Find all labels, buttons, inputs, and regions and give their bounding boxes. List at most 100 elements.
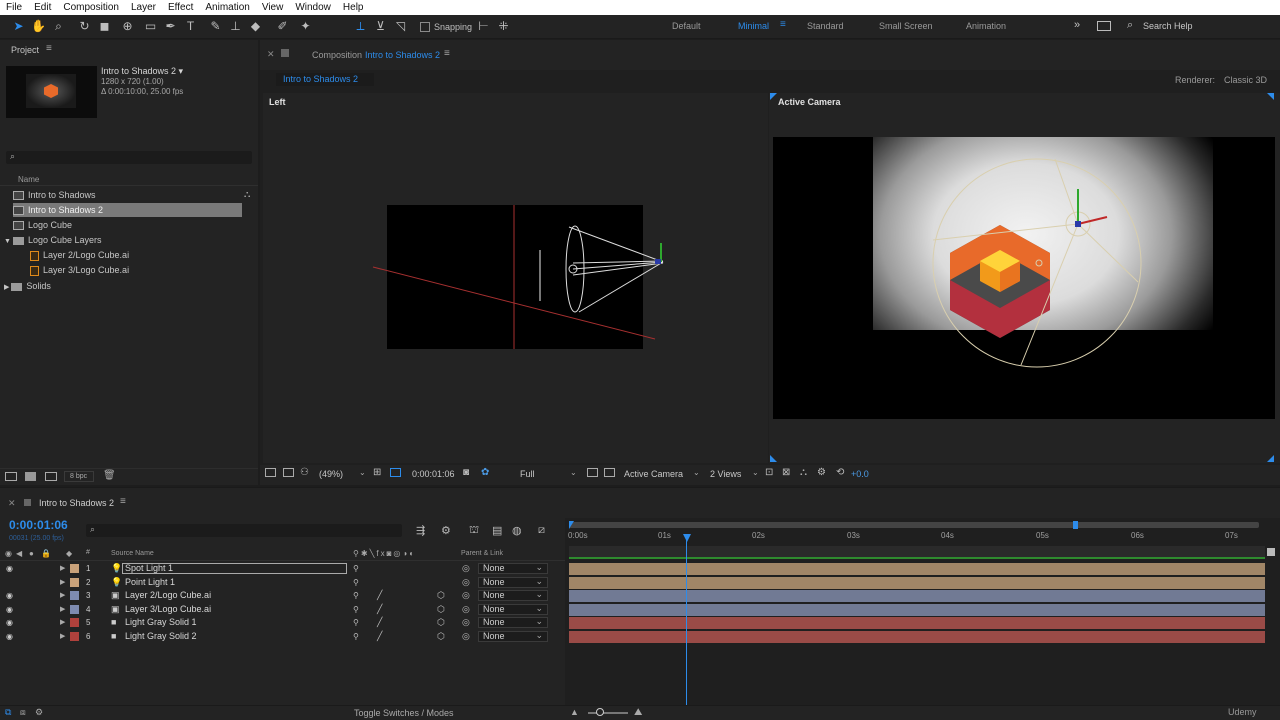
workspace-menu-icon[interactable]: ≡ <box>780 19 786 30</box>
label-color-swatch[interactable] <box>70 564 79 573</box>
pick-whip-icon[interactable]: ◎ <box>462 576 470 589</box>
parent-dropdown[interactable]: None ⌄ <box>478 604 548 615</box>
zoom-in-icon[interactable]: ⛰ <box>634 707 642 718</box>
label-color-swatch[interactable] <box>70 578 79 587</box>
visibility-eye-icon[interactable]: ◉ <box>6 603 13 616</box>
layer-name[interactable]: Layer 2/Logo Cube.ai <box>125 589 211 602</box>
3d-layer-switch-icon[interactable]: ⬡ <box>437 589 445 602</box>
visibility-eye-icon[interactable]: ◉ <box>6 630 13 643</box>
chevron-down-icon[interactable]: ⌄ <box>570 468 577 477</box>
shy-switch-icon[interactable]: ⚲ <box>353 630 359 643</box>
type-tool-icon[interactable]: T <box>182 18 199 35</box>
label-color-swatch[interactable] <box>70 605 79 614</box>
hand-tool-icon[interactable]: ✋ <box>30 18 47 35</box>
toggle-pixel-aspect-icon[interactable]: ⊡ <box>765 467 773 478</box>
renderer-value[interactable]: Classic 3D <box>1224 75 1267 85</box>
layer-name[interactable]: Light Gray Solid 2 <box>125 630 197 643</box>
shy-switch-icon[interactable]: ⚲ <box>353 616 359 629</box>
playhead-line[interactable] <box>686 540 687 705</box>
snap-grid-icon[interactable]: ⁜ <box>495 18 512 35</box>
project-item-layer3-ai[interactable]: Layer 3/Logo Cube.ai <box>30 263 242 277</box>
current-time-display[interactable]: 0:00:01:06 <box>412 469 455 479</box>
menu-help[interactable]: Help <box>337 2 370 13</box>
expand-triangle-icon[interactable]: ▶ <box>60 576 65 589</box>
expand-triangle-icon[interactable]: ▶ <box>60 589 65 602</box>
col-name-label[interactable]: Name <box>18 175 39 184</box>
expand-triangle-icon[interactable]: ▶ <box>60 630 65 643</box>
interpret-footage-icon[interactable] <box>5 472 17 481</box>
selection-tool-icon[interactable]: ➤ <box>10 18 27 35</box>
work-area-bar[interactable] <box>569 521 1259 529</box>
resolution-dropdown[interactable]: Full <box>520 469 535 479</box>
layer-duration-bar[interactable] <box>569 604 1265 616</box>
panel-menu-icon[interactable]: ≡ <box>444 48 450 59</box>
parent-link-header[interactable]: Parent & Link <box>461 550 503 557</box>
source-name-header[interactable]: Source Name <box>111 550 154 557</box>
sync-settings-icon[interactable] <box>1097 21 1111 31</box>
flowchart-icon[interactable]: ⛬ <box>244 189 250 200</box>
safe-margins-icon[interactable]: ⊞ <box>373 467 381 478</box>
parent-dropdown[interactable]: None ⌄ <box>478 563 548 574</box>
panel-menu-icon[interactable]: ≡ <box>46 43 52 54</box>
timeline-tab[interactable]: Intro to Shadows 2 <box>39 498 114 508</box>
chevron-down-icon[interactable]: ⌄ <box>359 468 366 477</box>
close-panel-icon[interactable]: ✕ <box>267 49 275 60</box>
layer-row[interactable]: ◉ ▶ 5 ■ Light Gray Solid 1 ⚲ ╱ ⬡ ◎ None ⌄ <box>0 616 565 629</box>
search-help-input[interactable]: Search Help <box>1143 21 1193 31</box>
expand-triangle-icon[interactable]: ▶ <box>60 616 65 629</box>
pan-behind-tool-icon[interactable]: ⊕ <box>119 18 136 35</box>
pick-whip-icon[interactable]: ◎ <box>462 562 470 575</box>
comp-tab[interactable]: Intro to Shadows 2 <box>276 73 374 86</box>
layer-duration-bar[interactable] <box>569 563 1265 575</box>
camera-tool-icon[interactable]: ◼ <box>96 18 113 35</box>
layer-row[interactable]: ▶ 2 💡 Point Light 1 ⚲ ◎ None ⌄ <box>0 576 565 589</box>
snapshot-icon[interactable]: ◙ <box>463 467 469 478</box>
view-axis-icon[interactable]: ◹ <box>392 18 409 35</box>
lock-switch-icon[interactable]: 🔒 <box>41 549 51 558</box>
bit-depth-button[interactable]: 8 bpc <box>64 471 94 482</box>
time-zoom-slider[interactable] <box>588 712 628 714</box>
clone-stamp-tool-icon[interactable]: ⊥ <box>227 18 244 35</box>
layer-duration-bar[interactable] <box>569 617 1265 629</box>
snap-option-icon[interactable]: ⊢ <box>475 18 492 35</box>
visibility-eye-icon[interactable]: ◉ <box>6 589 13 602</box>
new-composition-icon[interactable] <box>45 472 57 481</box>
layer-name[interactable]: Layer 3/Logo Cube.ai <box>125 603 211 616</box>
layer-row[interactable]: ◉ ▶ 3 ▣ Layer 2/Logo Cube.ai ⚲ ╱ ⬡ ◎ None ⌄ <box>0 589 565 602</box>
layer-name[interactable]: Spot Light 1 <box>122 563 347 574</box>
pen-tool-icon[interactable]: ✒ <box>162 18 179 35</box>
parent-dropdown[interactable]: None ⌄ <box>478 631 548 642</box>
eraser-tool-icon[interactable]: ◆ <box>247 18 264 35</box>
menu-view[interactable]: View <box>256 2 290 13</box>
shy-switch-icon[interactable]: ⚲ <box>353 603 359 616</box>
monitor-icon[interactable] <box>283 468 294 477</box>
3d-layer-switch-icon[interactable]: ⬡ <box>437 603 445 616</box>
menu-file[interactable]: File <box>0 2 28 13</box>
panel-menu-icon[interactable]: ≡ <box>120 496 126 507</box>
playhead-handle-icon[interactable] <box>683 534 691 542</box>
expand-triangle-icon[interactable]: ▶ <box>60 562 65 575</box>
rotate-tool-icon[interactable]: ↻ <box>76 18 93 35</box>
parent-dropdown[interactable]: None ⌄ <box>478 590 548 601</box>
comp-info-name[interactable]: Intro to Shadows 2 ▾ <box>101 66 183 77</box>
workspace-small-screen[interactable]: Small Screen <box>879 21 933 31</box>
layer-name[interactable]: Light Gray Solid 1 <box>125 616 197 629</box>
menu-composition[interactable]: Composition <box>57 2 125 13</box>
visibility-eye-icon[interactable]: ◉ <box>6 562 13 575</box>
3d-layer-switch-icon[interactable]: ⬡ <box>437 616 445 629</box>
zoom-tool-icon[interactable]: ⌕ <box>50 18 67 35</box>
quality-switch-icon[interactable]: ╱ <box>377 589 382 602</box>
timeline-current-time[interactable]: 0:00:01:06 <box>9 518 68 532</box>
time-ruler[interactable]: 0:00s 01s 02s 03s 04s 05s 06s 07s <box>565 531 1265 545</box>
transparency-grid-icon[interactable] <box>604 468 615 477</box>
solo-switch-icon[interactable]: ● <box>29 549 34 558</box>
3d-view-dropdown[interactable]: Active Camera <box>624 469 683 479</box>
rectangle-tool-icon[interactable]: ▭ <box>142 18 159 35</box>
workspace-minimal[interactable]: Minimal <box>738 21 769 31</box>
local-axis-icon[interactable]: ⟂ <box>352 18 369 35</box>
shy-switch-icon[interactable]: ⚲ <box>353 562 359 575</box>
show-channel-icon[interactable]: ✿ <box>481 467 489 478</box>
menu-effect[interactable]: Effect <box>162 2 199 13</box>
video-switch-icon[interactable]: ◉ <box>5 549 12 558</box>
toggle-switches-modes-button[interactable]: Toggle Switches / Modes <box>354 708 454 718</box>
